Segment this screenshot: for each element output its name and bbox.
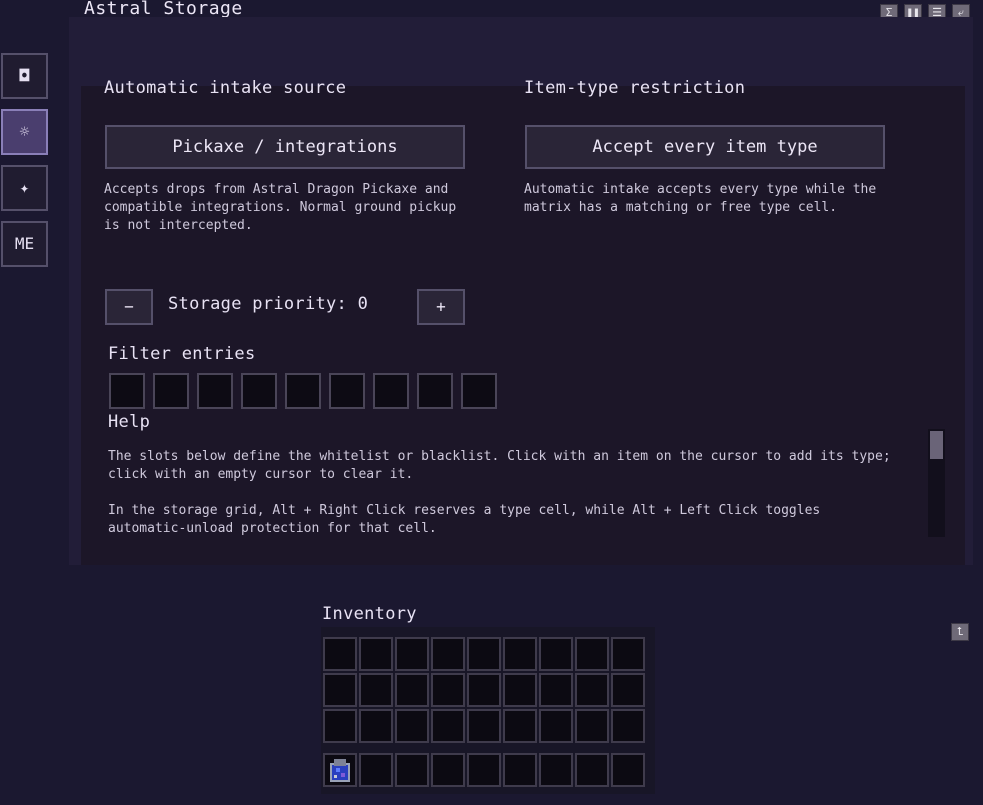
filter-slot[interactable]	[197, 373, 233, 409]
help-paragraph: In the storage grid, Alt + Right Click r…	[108, 503, 821, 536]
inventory-slot[interactable]	[395, 637, 429, 671]
inventory-slot[interactable]	[539, 709, 573, 743]
inventory-slot[interactable]	[467, 709, 501, 743]
hotbar-slot[interactable]	[359, 753, 393, 787]
star-icon: ✦	[19, 178, 30, 197]
inventory-slot[interactable]	[323, 637, 357, 671]
tab-settings[interactable]: ☼	[1, 109, 48, 155]
hotbar-slot[interactable]	[611, 753, 645, 787]
square-icon: ◘	[19, 66, 30, 85]
filter-slot[interactable]	[461, 373, 497, 409]
inventory-slot[interactable]	[503, 637, 537, 671]
hotbar-slot[interactable]	[575, 753, 609, 787]
restriction-heading: Item-type restriction	[524, 78, 746, 98]
inventory-heading: Inventory	[322, 604, 417, 624]
inventory-slot[interactable]	[323, 709, 357, 743]
intake-description: Accepts drops from Astral Dragon Pickaxe…	[104, 182, 457, 233]
inventory-slot[interactable]	[359, 673, 393, 707]
filter-slot[interactable]	[373, 373, 409, 409]
tab-astral[interactable]: ✦	[1, 165, 48, 211]
inventory-slot[interactable]	[611, 637, 645, 671]
inventory-slot[interactable]	[323, 673, 357, 707]
tab-overview[interactable]: ◘	[1, 53, 48, 99]
hotbar-slot[interactable]	[431, 753, 465, 787]
restriction-description: Automatic intake accepts every type whil…	[524, 182, 877, 215]
filter-heading: Filter entries	[108, 344, 256, 364]
intake-source-button[interactable]: Pickaxe / integrations	[105, 125, 465, 169]
inventory-slot[interactable]	[467, 673, 501, 707]
scrollbar-thumb[interactable]	[930, 431, 943, 459]
hotbar-slot[interactable]	[395, 753, 429, 787]
filter-slot[interactable]	[109, 373, 145, 409]
inventory-slot[interactable]	[611, 709, 645, 743]
inventory-slot[interactable]	[467, 637, 501, 671]
me-label: ME	[14, 234, 35, 253]
help-paragraph: The slots below define the whitelist or …	[108, 449, 891, 482]
filter-slot[interactable]	[417, 373, 453, 409]
astral-crystal-item-icon	[330, 759, 350, 782]
inventory-slot[interactable]	[611, 673, 645, 707]
filter-slot[interactable]	[153, 373, 189, 409]
inventory-slot[interactable]	[431, 673, 465, 707]
gear-icon: ☼	[19, 122, 30, 141]
hotbar-slot[interactable]	[503, 753, 537, 787]
hotbar-slot[interactable]	[323, 753, 357, 787]
inventory-slot[interactable]	[539, 673, 573, 707]
inventory-slot[interactable]	[575, 709, 609, 743]
help-heading: Help	[108, 412, 151, 432]
inventory-slot[interactable]	[575, 673, 609, 707]
filter-slot[interactable]	[241, 373, 277, 409]
intake-heading: Automatic intake source	[104, 78, 347, 98]
tab-me-network[interactable]: ME	[1, 221, 48, 267]
storage-priority-label: Storage priority: 0	[168, 294, 369, 314]
priority-increase-button[interactable]: +	[417, 289, 465, 325]
inventory-slot[interactable]	[539, 637, 573, 671]
inventory-slot[interactable]	[359, 637, 393, 671]
inventory-slot[interactable]	[359, 709, 393, 743]
hotbar-slot[interactable]	[539, 753, 573, 787]
filter-slot[interactable]	[329, 373, 365, 409]
priority-decrease-button[interactable]: −	[105, 289, 153, 325]
filter-slot[interactable]	[285, 373, 321, 409]
type-restriction-button[interactable]: Accept every item type	[525, 125, 885, 169]
sort-inventory-button[interactable]: ⮤	[951, 623, 969, 641]
inventory-slot[interactable]	[575, 637, 609, 671]
inventory-slot[interactable]	[503, 709, 537, 743]
inventory-slot[interactable]	[431, 709, 465, 743]
hotbar-slot[interactable]	[467, 753, 501, 787]
inventory-slot[interactable]	[503, 673, 537, 707]
inventory-slot[interactable]	[431, 637, 465, 671]
inventory-slot[interactable]	[395, 673, 429, 707]
inventory-slot[interactable]	[395, 709, 429, 743]
